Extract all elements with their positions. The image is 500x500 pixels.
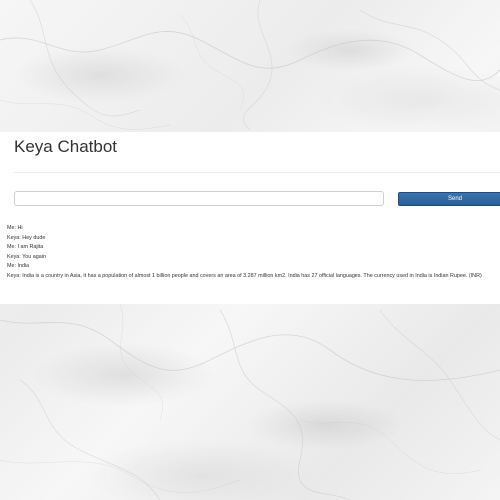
chat-message: Me: Hi [7, 225, 23, 231]
message-input[interactable] [14, 191, 384, 206]
chat-message: Keya: Hey dude [7, 234, 46, 241]
send-button[interactable]: Send [398, 192, 500, 206]
chatbot-panel: Keya Chatbot Send Me: Hi Keya: Hey dude … [0, 132, 500, 304]
chat-message: Keya: India is a country in Asia, it has… [7, 272, 482, 279]
chat-message: Me: India [7, 263, 30, 270]
chat-message: Me: I am Rajita [7, 244, 44, 251]
page-title: Keya Chatbot [14, 137, 118, 156]
chat-transcript: Me: Hi Keya: Hey dude Me: I am Rajita Ke… [7, 224, 500, 282]
title-divider [14, 172, 500, 173]
chat-message: Keya: You again [7, 253, 46, 260]
